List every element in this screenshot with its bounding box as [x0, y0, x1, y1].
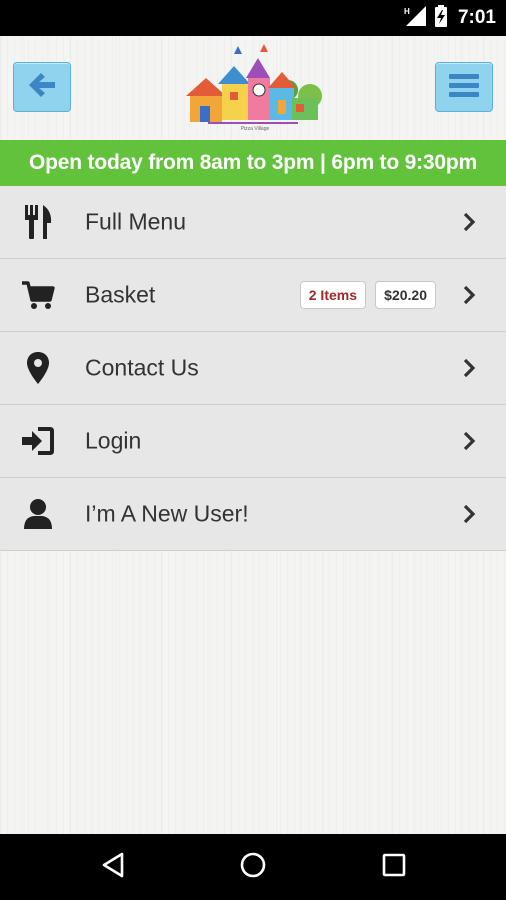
network-label: H	[404, 7, 410, 16]
user-icon	[20, 496, 56, 532]
logo-text: Pizza Village	[241, 126, 270, 132]
sign-in-icon	[20, 423, 56, 459]
chevron-right-icon	[462, 504, 476, 524]
app-header: Pizza Village	[0, 36, 506, 140]
status-bar: H 7:01	[0, 0, 506, 36]
chevron-right-icon	[462, 212, 476, 232]
system-nav-bar	[0, 834, 506, 900]
map-marker-icon	[20, 350, 56, 386]
menu-item-label: I’m A New User!	[85, 500, 249, 527]
fork-knife-icon	[20, 204, 56, 240]
opening-hours-banner: Open today from 8am to 3pm | 6pm to 9:30…	[0, 140, 506, 186]
recents-square-icon	[382, 853, 406, 882]
arrow-left-icon	[27, 71, 57, 104]
battery-charging-icon	[434, 4, 448, 32]
back-button[interactable]	[13, 62, 71, 112]
chevron-right-icon	[462, 285, 476, 305]
menu-item-full-menu[interactable]: Full Menu	[0, 186, 506, 259]
hamburger-menu-icon	[449, 73, 479, 102]
menu-item-new-user[interactable]: I’m A New User!	[0, 478, 506, 551]
nav-home-button[interactable]	[238, 852, 268, 882]
menu-item-login[interactable]: Login	[0, 405, 506, 478]
status-icons: H 7:01	[402, 0, 496, 36]
menu-item-label: Basket	[85, 281, 156, 308]
menu-button[interactable]	[435, 62, 493, 112]
basket-items-badge: 2 Items	[299, 281, 366, 309]
chevron-right-icon	[462, 358, 476, 378]
nav-back-button[interactable]	[98, 852, 128, 882]
chevron-right-icon	[462, 431, 476, 451]
home-circle-icon	[239, 851, 267, 884]
signal-icon: H	[402, 5, 428, 32]
main-menu-list: Full Menu Basket 2 Items $20.20 Contact …	[0, 186, 506, 551]
nav-recents-button[interactable]	[379, 852, 409, 882]
back-triangle-icon	[101, 852, 125, 883]
menu-item-label: Contact Us	[85, 354, 199, 381]
menu-item-basket[interactable]: Basket 2 Items $20.20	[0, 259, 506, 332]
menu-item-label: Login	[85, 427, 142, 454]
shopping-cart-icon	[20, 277, 56, 313]
basket-total-badge: $20.20	[375, 281, 436, 309]
village-houses-logo: Pizza Village	[178, 44, 332, 136]
menu-item-contact-us[interactable]: Contact Us	[0, 332, 506, 405]
menu-item-label: Full Menu	[85, 208, 186, 235]
status-time: 7:01	[457, 7, 496, 28]
